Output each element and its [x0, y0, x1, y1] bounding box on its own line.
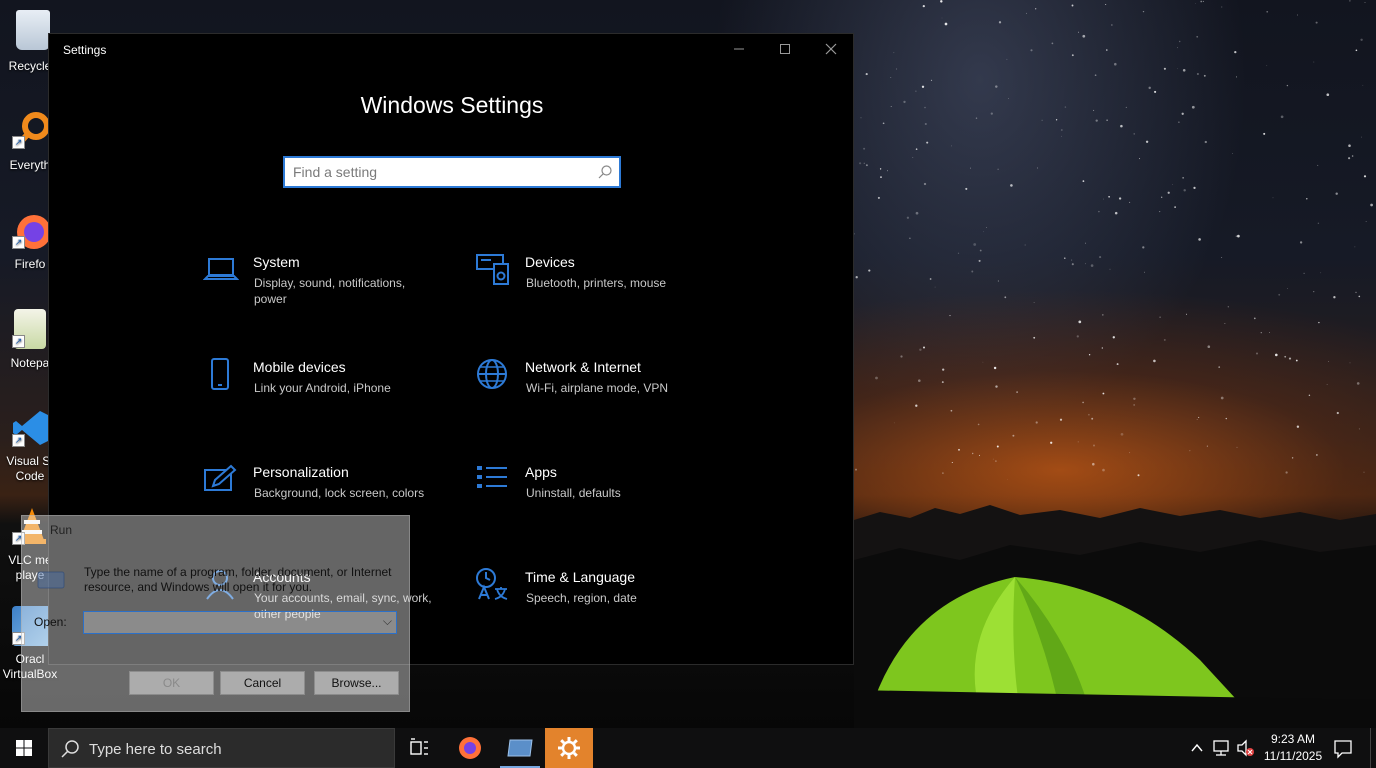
notifications-button[interactable]	[1330, 728, 1356, 768]
tile-time-language[interactable]: Time & Language Speech, region, date	[475, 567, 725, 647]
laptop-icon	[203, 258, 239, 280]
tile-system[interactable]: System Display, sound, notifications, po…	[203, 252, 453, 332]
windows-logo-icon	[16, 740, 32, 756]
maximize-button[interactable]	[762, 34, 808, 66]
shortcut-arrow-icon: ↗	[12, 136, 25, 149]
task-view-button[interactable]	[395, 728, 443, 768]
shortcut-arrow-icon: ↗	[12, 236, 25, 249]
start-button[interactable]	[0, 728, 48, 768]
chevron-down-icon[interactable]: ⌵	[383, 614, 392, 629]
close-button[interactable]	[808, 34, 854, 66]
shortcut-arrow-icon: ↗	[12, 434, 25, 447]
tile-devices[interactable]: Devices Bluetooth, printers, mouse	[475, 252, 725, 332]
paint-icon	[204, 464, 237, 491]
gear-icon	[558, 737, 580, 759]
globe-icon	[477, 359, 507, 389]
minimize-button[interactable]	[716, 34, 762, 66]
tile-apps[interactable]: Apps Uninstall, defaults	[475, 462, 725, 542]
search-input[interactable]	[293, 162, 583, 182]
taskbar-search-placeholder: Type here to search	[89, 741, 222, 758]
browse-button[interactable]: Browse...	[314, 671, 399, 695]
run-program-icon	[37, 571, 65, 589]
search-icon	[598, 165, 612, 179]
apps-list-icon	[477, 466, 507, 488]
devices-icon	[476, 254, 509, 285]
open-combobox[interactable]: ⌵	[83, 611, 397, 634]
recycle-bin-icon	[16, 10, 50, 50]
taskbar-firefox[interactable]	[446, 728, 494, 768]
tile-network-internet[interactable]: Network & Internet Wi-Fi, airplane mode,…	[475, 357, 725, 437]
page-title: Windows Settings	[360, 92, 544, 118]
shortcut-arrow-icon: ↗	[12, 335, 25, 348]
run-dialog: Run Type the name of a program, folder, …	[21, 515, 410, 712]
taskbar: Type here to search 9:23 AM 11/11/2025	[0, 728, 1376, 768]
virtualbox-window-icon	[507, 739, 533, 757]
task-view-icon	[410, 738, 428, 755]
time-language-icon	[476, 568, 508, 600]
firefox-icon	[459, 737, 481, 759]
cancel-button[interactable]: Cancel	[220, 671, 305, 695]
taskbar-clock[interactable]: 9:23 AM 11/11/2025	[1258, 731, 1328, 765]
open-label: Open:	[34, 615, 67, 629]
notification-center-icon	[1334, 740, 1352, 759]
show-hidden-icons-button[interactable]	[1186, 728, 1208, 768]
network-status-button[interactable]	[1210, 728, 1234, 768]
clock-time: 9:23 AM	[1270, 732, 1316, 746]
minimize-icon	[734, 48, 744, 50]
phone-icon	[211, 358, 229, 390]
show-desktop-button[interactable]	[1370, 728, 1376, 768]
maximize-icon	[780, 44, 790, 54]
volume-muted-icon	[1237, 739, 1254, 757]
taskbar-settings[interactable]	[545, 728, 593, 768]
ok-button[interactable]: OK	[129, 671, 214, 695]
tile-mobile-devices[interactable]: Mobile devices Link your Android, iPhone	[203, 357, 453, 437]
chevron-up-icon	[1191, 743, 1203, 752]
volume-button[interactable]	[1235, 728, 1257, 768]
search-icon	[61, 740, 79, 758]
close-icon	[825, 43, 837, 55]
settings-search[interactable]	[283, 156, 621, 188]
taskbar-virtualbox[interactable]	[496, 728, 544, 768]
clock-date: 11/11/2025	[1263, 749, 1323, 763]
run-dialog-title: Run	[50, 523, 73, 537]
window-title: Settings	[63, 43, 107, 57]
run-description: Type the name of a program, folder, docu…	[84, 565, 392, 594]
network-wired-icon	[1213, 740, 1229, 756]
settings-titlebar[interactable]: Settings	[49, 34, 853, 66]
taskbar-search-box[interactable]: Type here to search	[48, 728, 395, 768]
